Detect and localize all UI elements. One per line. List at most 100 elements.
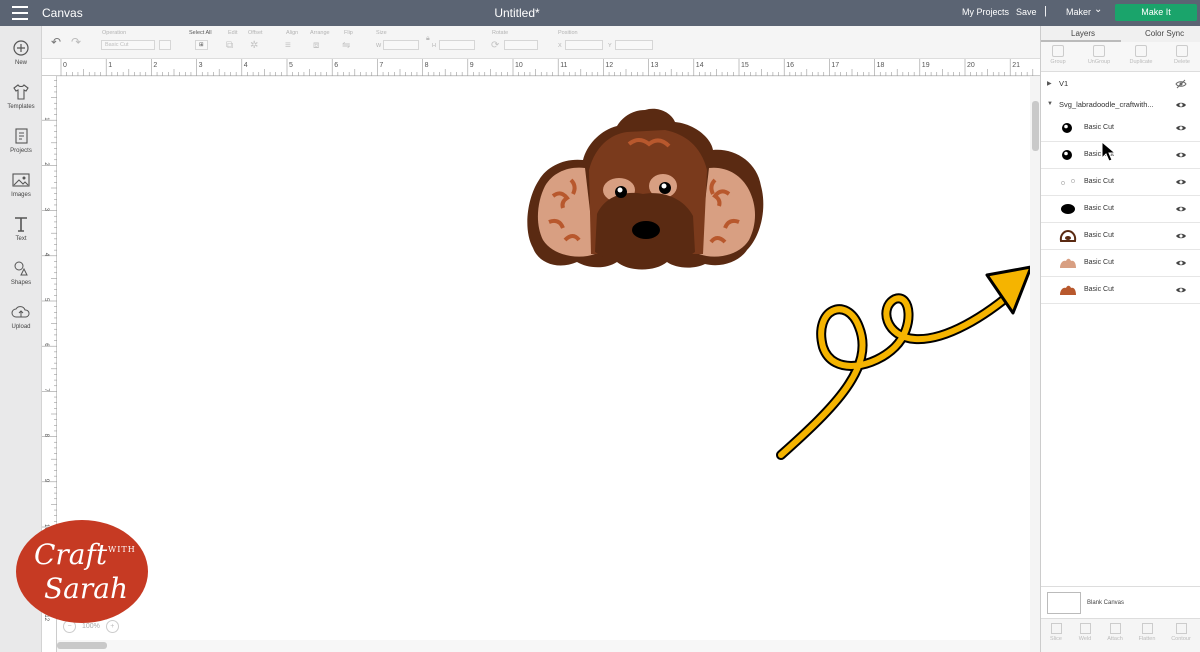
vertical-scroll-thumb[interactable] [1032, 101, 1039, 151]
design-canvas[interactable] [57, 77, 1033, 652]
horizontal-scrollbar[interactable] [57, 640, 1030, 652]
horizontal-scroll-thumb[interactable] [57, 642, 107, 649]
slice-label: Slice [1050, 636, 1062, 642]
sidebar-item-templates[interactable]: Templates [0, 82, 42, 110]
ruler-label: 1 [108, 62, 112, 69]
eye-icon[interactable] [1175, 122, 1187, 134]
lock-icon[interactable]: 🔒︎ [426, 35, 430, 43]
my-projects-link[interactable]: My Projects [962, 7, 1009, 17]
eye-icon[interactable] [1175, 284, 1187, 296]
expand-arrow-icon[interactable]: ▶ [1047, 80, 1052, 87]
edit-icon[interactable]: ⧉ [226, 40, 233, 51]
labradoodle-head-design[interactable] [525, 104, 769, 274]
eye-icon[interactable] [1175, 176, 1187, 188]
arrange-icon[interactable]: ⧈ [313, 40, 319, 51]
contour-button[interactable]: Contour [1165, 623, 1197, 642]
logo-craft: Craft [34, 538, 108, 571]
redo-icon[interactable]: ↷ [71, 35, 81, 49]
sidebar-item-shapes[interactable]: Shapes [0, 258, 42, 286]
delete-button[interactable]: Delete [1162, 45, 1200, 65]
layer-group-labradoodle[interactable]: ▼ Svg_labradoodle_craftwith... [1041, 95, 1200, 115]
eye-icon[interactable] [1175, 149, 1187, 161]
undo-icon[interactable]: ↶ [51, 35, 61, 49]
position-y-input[interactable] [615, 40, 653, 50]
eye-icon[interactable] [1175, 230, 1187, 242]
layer-thumbnail-icon [1061, 179, 1075, 185]
save-button[interactable]: Save [1016, 7, 1037, 17]
edit-toolbar: ↶ ↷ Operation Basic Cut Select All ⊞ Edi… [42, 26, 1040, 59]
panel-tabs: Layers Color Sync [1041, 26, 1200, 42]
ruler-label: 5 [43, 298, 49, 302]
collapse-arrow-icon[interactable]: ▼ [1047, 101, 1053, 107]
upload-cloud-icon [11, 306, 30, 318]
tab-layers[interactable]: Layers [1071, 29, 1095, 38]
position-x-input[interactable] [565, 40, 603, 50]
slice-button[interactable]: Slice [1040, 623, 1072, 642]
blank-canvas-row[interactable]: Blank Canvas [1041, 586, 1200, 618]
sublayer-row[interactable]: Basic Cut [1041, 250, 1200, 277]
flip-icon[interactable]: ⇋ [342, 40, 350, 51]
operation-color-swatch[interactable] [159, 40, 171, 50]
attach-label: Attach [1107, 636, 1123, 642]
ruler-label: 16 [786, 62, 794, 69]
sidebar-item-new[interactable]: New [0, 38, 42, 66]
ungroup-button[interactable]: UnGroup [1079, 45, 1119, 65]
sublayer-name: Basic Cut [1084, 205, 1114, 212]
layers-panel: Layers Color Sync Group UnGroup Duplicat… [1040, 26, 1200, 652]
delete-label: Delete [1174, 59, 1190, 65]
topbar-separator: | [1044, 5, 1047, 17]
weld-button[interactable]: Weld [1069, 623, 1101, 642]
eye-icon[interactable] [1175, 99, 1187, 111]
group-button[interactable]: Group [1038, 45, 1078, 65]
ungroup-icon [1093, 45, 1105, 57]
ruler-label: 8 [425, 62, 429, 69]
flatten-button[interactable]: Flatten [1131, 623, 1163, 642]
rotate-icon[interactable]: ⟳ [491, 40, 499, 51]
layer-group-v1[interactable]: ▶ V1 [1041, 72, 1200, 95]
sublayer-row[interactable]: Basic Cut [1041, 277, 1200, 304]
eye-icon[interactable] [1175, 203, 1187, 215]
vertical-scrollbar[interactable] [1030, 77, 1040, 652]
tab-color-sync[interactable]: Color Sync [1145, 29, 1184, 38]
weld-icon [1079, 623, 1091, 634]
rotate-input[interactable] [504, 40, 538, 50]
zoom-in-button[interactable]: + [105, 620, 119, 633]
document-title[interactable]: Untitled* [0, 6, 1034, 20]
size-width-input[interactable] [383, 40, 419, 50]
sidebar-item-upload[interactable]: Upload [0, 302, 42, 330]
ungroup-label: UnGroup [1087, 59, 1111, 65]
ruler-label: 1 [43, 117, 49, 121]
sublayer-row[interactable]: Basic Cut [1041, 115, 1200, 142]
ruler-label: 3 [43, 208, 49, 212]
select-all-button[interactable]: ⊞ [195, 40, 208, 50]
offset-icon[interactable]: ✲ [250, 40, 258, 51]
align-icon[interactable]: ≡ [285, 40, 291, 51]
eye-hidden-icon[interactable] [1175, 78, 1187, 90]
offset-label: Offset [248, 30, 263, 36]
ruler-label: 6 [43, 343, 49, 347]
attach-button[interactable]: Attach [1099, 623, 1131, 642]
machine-select[interactable]: Maker [1066, 7, 1091, 17]
layer-thumbnail-icon [1060, 285, 1076, 295]
sidebar-item-images[interactable]: Images [0, 170, 42, 198]
sidebar-item-text[interactable]: Text [0, 214, 42, 242]
sidebar-item-projects[interactable]: Projects [0, 126, 42, 154]
group-label: Group [1050, 59, 1066, 65]
chevron-down-icon[interactable]: ⌄ [1094, 4, 1102, 15]
make-it-button[interactable]: Make It [1115, 4, 1197, 21]
ruler-label: 17 [831, 62, 839, 69]
sublayer-row[interactable]: Basic Cut [1041, 142, 1200, 169]
sublayer-row[interactable]: Basic Cut [1041, 196, 1200, 223]
sublayer-row[interactable]: Basic Cut [1041, 169, 1200, 196]
mouse-cursor-icon [1101, 141, 1117, 162]
contour-label: Contour [1171, 636, 1191, 642]
eye-icon[interactable] [1175, 257, 1187, 269]
contour-icon [1175, 623, 1187, 634]
sublayer-name: Basic Cut [1084, 286, 1114, 293]
operation-select[interactable]: Basic Cut [101, 40, 155, 50]
sublayer-row[interactable]: Basic Cut [1041, 223, 1200, 250]
duplicate-button[interactable]: Duplicate [1121, 45, 1161, 65]
blank-canvas-swatch[interactable] [1047, 592, 1081, 614]
attach-icon [1109, 623, 1121, 634]
size-height-input[interactable] [439, 40, 475, 50]
